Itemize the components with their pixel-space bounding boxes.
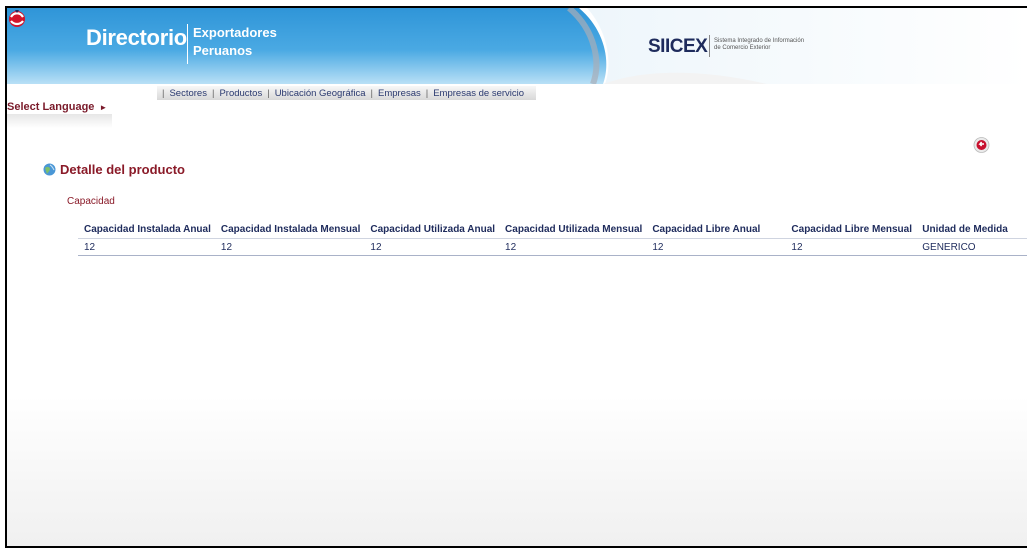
column-header: Capacidad Libre Mensual <box>785 221 917 239</box>
language-selector[interactable]: Select Language ► <box>7 101 107 113</box>
column-header: Capacidad Instalada Mensual <box>214 221 365 239</box>
top-nav: | Sectores | Productos | Ubicación Geogr… <box>157 86 537 100</box>
partner-desc-line1: Sistema Integrado de Información <box>714 38 805 44</box>
app-title[interactable]: Directorio <box>86 25 187 51</box>
table-cell: 12 <box>78 238 215 256</box>
arrow-right-icon: ► <box>99 103 108 112</box>
table-cell: 12 <box>785 238 917 256</box>
nav-item-empresas-servicio[interactable]: Empresas de servicio <box>433 88 524 99</box>
table-header-row: Capacidad Instalada Anual Capacidad Inst… <box>78 221 1027 239</box>
table-cell: 12 <box>646 238 786 256</box>
nav-item-sectores[interactable]: Sectores <box>169 88 207 99</box>
nav-item-empresas[interactable]: Empresas <box>378 88 421 99</box>
capacity-table: Capacidad Instalada Anual Capacidad Inst… <box>78 221 1027 256</box>
table-cell: GENERICO <box>916 238 1027 256</box>
column-header: Capacidad Utilizada Anual <box>364 221 500 239</box>
title-divider <box>187 24 188 64</box>
partner-desc-line2: de Comercio Exterior <box>714 45 771 51</box>
section-subtitle: Capacidad <box>67 196 115 207</box>
column-header: Unidad de Medida <box>916 221 1027 239</box>
bottom-fade <box>7 396 1027 546</box>
table-row: 12 12 12 12 12 12 GENERICO <box>78 238 1027 256</box>
nav-item-ubicacion[interactable]: Ubicación Geográfica <box>275 88 366 99</box>
back-arrow-icon[interactable] <box>973 136 990 153</box>
column-header: Capacidad Libre Anual <box>646 221 786 239</box>
siicex-logo-icon <box>9 10 25 27</box>
app-subtitle-line2: Peruanos <box>193 43 253 58</box>
page-frame: Directorio Exportadores Peruanos SIICEX … <box>5 6 1027 548</box>
nav-item-productos[interactable]: Productos <box>219 88 262 99</box>
app-subtitle-line1: Exportadores <box>193 25 277 40</box>
table-cell: 12 <box>499 238 647 256</box>
section-title: Detalle del producto <box>60 162 185 177</box>
column-header: Capacidad Utilizada Mensual <box>499 221 647 239</box>
partner-divider <box>709 35 710 57</box>
header-banner: Directorio Exportadores Peruanos SIICEX … <box>7 8 1027 84</box>
language-strip <box>7 114 112 128</box>
language-label: Select Language <box>7 101 95 113</box>
table-cell: 12 <box>364 238 500 256</box>
table-cell: 12 <box>214 238 365 256</box>
partner-name[interactable]: SIICEX <box>648 36 708 58</box>
globe-icon <box>43 163 56 176</box>
column-header: Capacidad Instalada Anual <box>78 221 215 239</box>
